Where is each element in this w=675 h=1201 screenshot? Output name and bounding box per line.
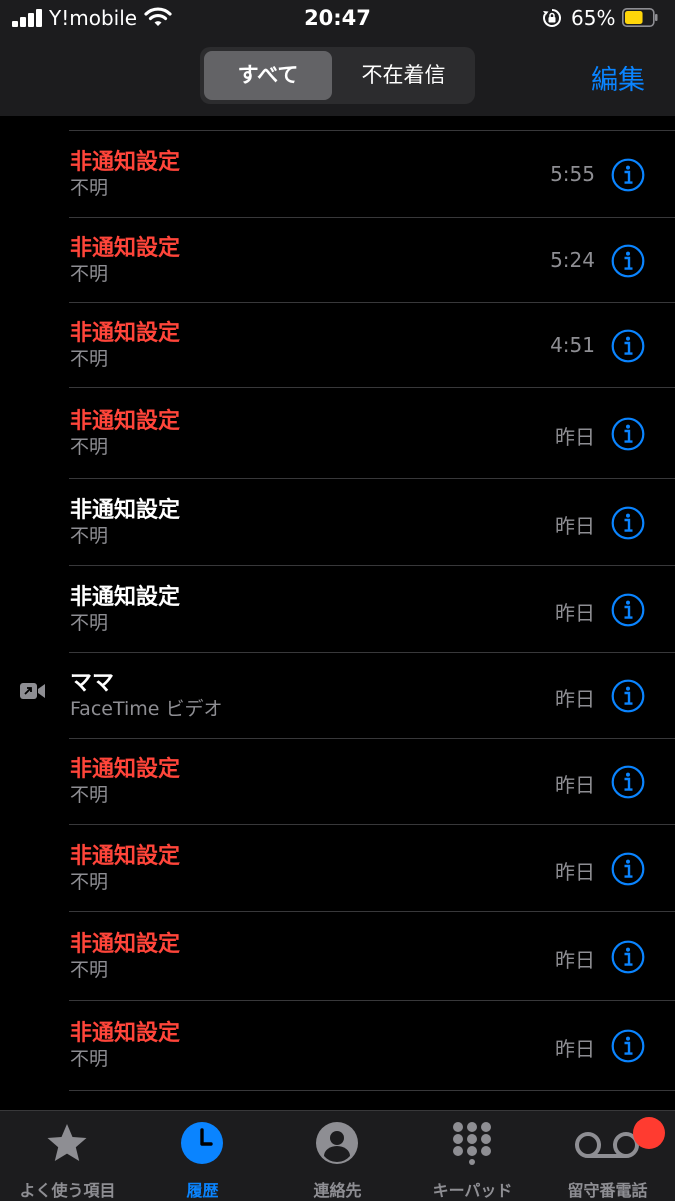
caller-name: 非通知設定 bbox=[70, 497, 181, 523]
call-filter-segmented-control: すべて 不在着信 bbox=[200, 47, 475, 104]
call-time: 昨日 bbox=[555, 859, 595, 884]
info-icon[interactable] bbox=[611, 329, 645, 363]
rotation-lock-icon bbox=[543, 8, 561, 27]
info-icon[interactable] bbox=[611, 158, 645, 192]
info-icon[interactable] bbox=[611, 506, 645, 540]
tab-label: キーパッド bbox=[432, 1181, 513, 1200]
info-icon[interactable] bbox=[611, 765, 645, 799]
keypad-icon bbox=[453, 1122, 491, 1165]
call-row[interactable]: 非通知設定 不明 昨日 bbox=[0, 566, 675, 653]
call-type-label: FaceTime ビデオ bbox=[70, 698, 223, 720]
segment-missed-calls[interactable]: 不在着信 bbox=[336, 51, 471, 100]
info-icon[interactable] bbox=[611, 417, 645, 451]
call-row[interactable]: 非通知設定 不明 昨日 bbox=[0, 825, 675, 912]
info-icon[interactable] bbox=[611, 1029, 645, 1063]
row-divider bbox=[69, 1090, 675, 1091]
caller-name: 非通知設定 bbox=[70, 235, 181, 261]
battery-icon bbox=[622, 8, 658, 27]
call-type-label: 不明 bbox=[70, 176, 109, 199]
caller-name: 非通知設定 bbox=[70, 149, 181, 175]
clock-icon bbox=[181, 1122, 223, 1164]
call-row[interactable]: 非通知設定 不明 5:55 bbox=[0, 131, 675, 218]
call-time: 昨日 bbox=[555, 773, 595, 797]
call-time: 昨日 bbox=[555, 424, 595, 449]
caller-name: 非通知設定 bbox=[70, 320, 181, 346]
star-icon bbox=[47, 1124, 87, 1161]
call-time: 昨日 bbox=[555, 687, 595, 711]
info-icon[interactable] bbox=[611, 244, 645, 278]
caller-name: 非通知設定 bbox=[70, 931, 181, 957]
tab-favorites[interactable]: よく使う項目 bbox=[0, 1111, 135, 1201]
info-icon[interactable] bbox=[611, 940, 645, 974]
call-row[interactable]: ママ FaceTime ビデオ 昨日 bbox=[0, 653, 675, 739]
voicemail-badge bbox=[633, 1117, 665, 1149]
edit-button[interactable]: 編集 bbox=[591, 58, 645, 97]
tab-recents[interactable]: 履歴 bbox=[135, 1111, 270, 1201]
call-row[interactable]: 非通知設定 不明 5:24 bbox=[0, 218, 675, 303]
call-type-label: 不明 bbox=[70, 347, 109, 370]
call-row[interactable]: 非通知設定 不明 昨日 bbox=[0, 739, 675, 825]
caller-name: ママ bbox=[70, 671, 115, 696]
caller-name: 非通知設定 bbox=[70, 757, 181, 782]
call-row[interactable]: 非通知設定 不明 昨日 bbox=[0, 1001, 675, 1091]
caller-name: 非通知設定 bbox=[70, 1021, 181, 1046]
tab-keypad[interactable]: キーパッド bbox=[405, 1111, 540, 1201]
info-icon[interactable] bbox=[611, 679, 645, 713]
segment-all-calls[interactable]: すべて bbox=[204, 51, 332, 100]
caller-name: 非通知設定 bbox=[70, 584, 181, 610]
call-row[interactable]: 非通知設定 不明 昨日 bbox=[0, 388, 675, 479]
facetime-outgoing-icon bbox=[20, 683, 45, 699]
call-time: 5:55 bbox=[550, 161, 595, 186]
tab-label: 履歴 bbox=[186, 1181, 219, 1200]
battery-percent: 65% bbox=[571, 6, 616, 30]
tab-bar: よく使う項目 履歴 連絡先 キーパッド 留守番電話 bbox=[0, 1110, 675, 1201]
call-time: 昨日 bbox=[555, 1037, 595, 1061]
contact-icon bbox=[316, 1122, 358, 1164]
tab-label: 連絡先 bbox=[313, 1181, 362, 1200]
info-icon[interactable] bbox=[611, 593, 645, 627]
call-time: 4:51 bbox=[550, 332, 595, 357]
nav-header: すべて 不在着信 編集 bbox=[0, 38, 675, 116]
call-time: 昨日 bbox=[555, 513, 595, 538]
caller-name: 非通知設定 bbox=[70, 843, 181, 869]
call-time: 昨日 bbox=[555, 600, 595, 625]
voicemail-icon bbox=[575, 1132, 639, 1158]
call-type-label: 不明 bbox=[70, 958, 109, 981]
tab-contacts[interactable]: 連絡先 bbox=[270, 1111, 405, 1201]
info-icon[interactable] bbox=[611, 852, 645, 886]
caller-name: 非通知設定 bbox=[70, 408, 181, 434]
tab-label: よく使う項目 bbox=[19, 1181, 116, 1200]
call-type-label: 不明 bbox=[70, 1048, 109, 1070]
call-type-label: 不明 bbox=[70, 784, 109, 806]
call-type-label: 不明 bbox=[70, 524, 109, 547]
call-time: 5:24 bbox=[550, 247, 595, 272]
tab-label: 留守番電話 bbox=[567, 1181, 648, 1200]
call-type-label: 不明 bbox=[70, 870, 109, 893]
call-type-label: 不明 bbox=[70, 262, 109, 285]
status-bar: Y!mobile 20:47 65% bbox=[0, 0, 675, 38]
call-row[interactable]: 非通知設定 不明 4:51 bbox=[0, 303, 675, 388]
call-type-label: 不明 bbox=[70, 435, 109, 458]
call-time: 昨日 bbox=[555, 947, 595, 972]
call-type-label: 不明 bbox=[70, 611, 109, 634]
call-row[interactable]: 非通知設定 不明 昨日 bbox=[0, 479, 675, 566]
call-row[interactable]: 非通知設定 不明 昨日 bbox=[0, 912, 675, 1001]
